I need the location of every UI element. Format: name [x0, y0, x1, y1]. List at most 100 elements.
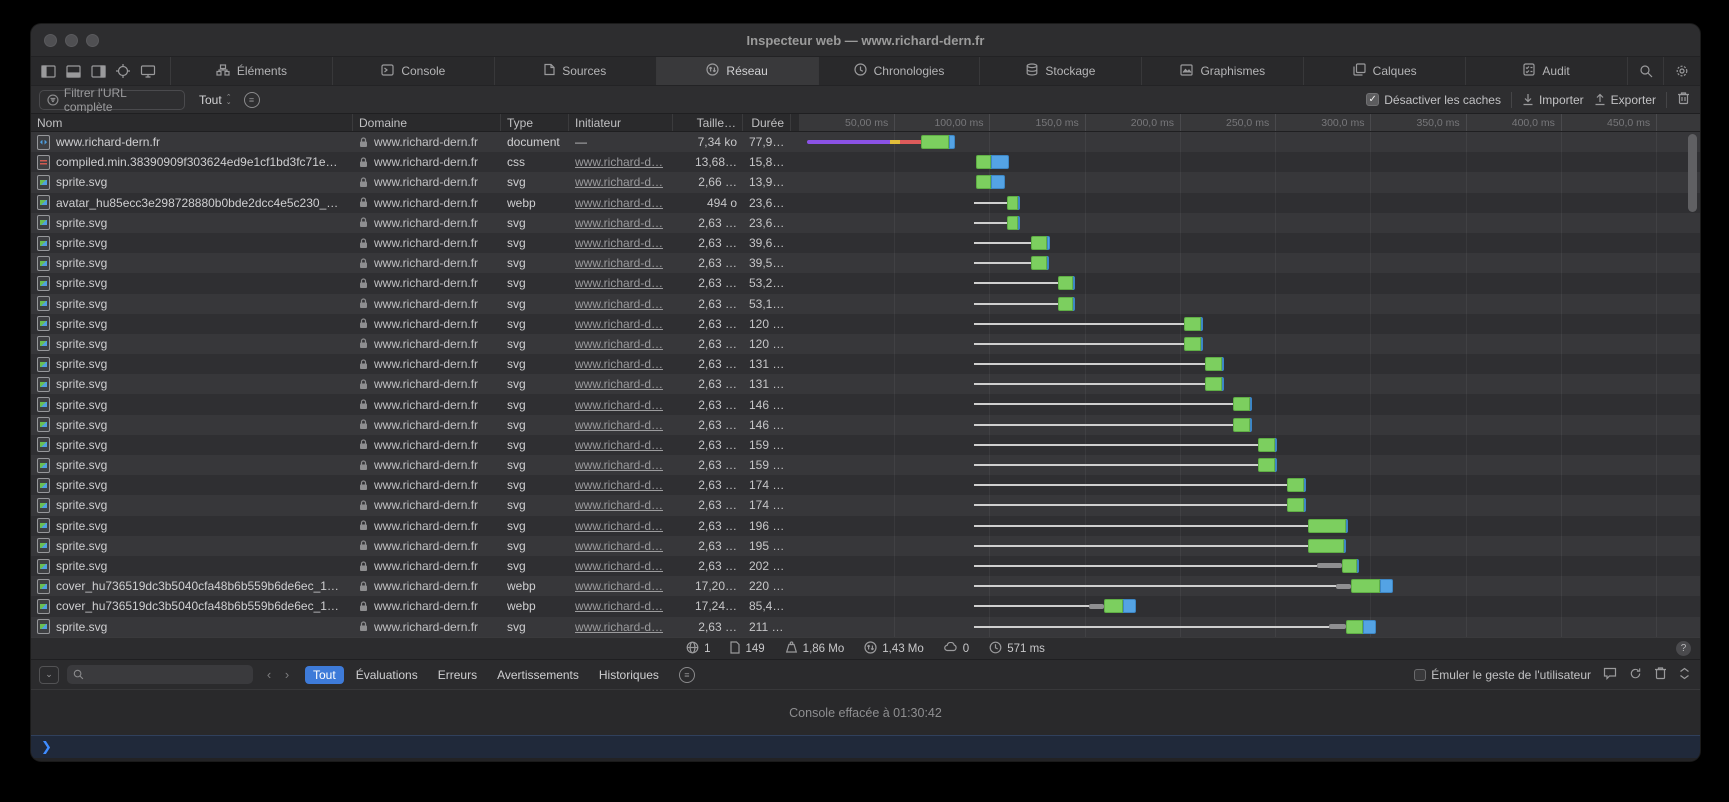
table-row[interactable]: www.richard-dern.fr www.richard-dern.fr …	[31, 132, 1700, 152]
column-header-size[interactable]: Taille…	[673, 114, 743, 131]
toggle-console-size-icon[interactable]	[1679, 667, 1690, 683]
resource-initiator[interactable]: www.richard-d…	[575, 478, 663, 492]
waterfall-bar[interactable]	[799, 617, 1700, 637]
pane-left-icon[interactable]	[41, 65, 56, 78]
waterfall-bar[interactable]	[799, 132, 1700, 152]
disable-caches-checkbox[interactable]: ✓ Désactiver les caches	[1366, 93, 1501, 107]
waterfall-bar[interactable]	[799, 314, 1700, 334]
resource-initiator[interactable]: www.richard-d…	[575, 579, 663, 593]
resource-initiator[interactable]: www.richard-d…	[575, 418, 663, 432]
table-row[interactable]: sprite.svg www.richard-dern.fr svg www.r…	[31, 415, 1700, 435]
resource-initiator[interactable]: www.richard-d…	[575, 297, 663, 311]
table-row[interactable]: sprite.svg www.richard-dern.fr svg www.r…	[31, 536, 1700, 556]
table-row[interactable]: sprite.svg www.richard-dern.fr svg www.r…	[31, 273, 1700, 293]
waterfall-bar[interactable]	[799, 556, 1700, 576]
tab-sources[interactable]: Sources	[495, 57, 657, 85]
resource-initiator[interactable]: —	[575, 135, 587, 149]
tab-stockage[interactable]: Stockage	[980, 57, 1142, 85]
console-tab-avertissements[interactable]: Avertissements	[489, 666, 587, 684]
table-row[interactable]: sprite.svg www.richard-dern.fr svg www.r…	[31, 354, 1700, 374]
table-row[interactable]: sprite.svg www.richard-dern.fr svg www.r…	[31, 455, 1700, 475]
waterfall-bar[interactable]	[799, 516, 1700, 536]
waterfall-bar[interactable]	[799, 294, 1700, 314]
preserve-log-icon[interactable]	[1629, 667, 1642, 683]
waterfall-bar[interactable]	[799, 172, 1700, 192]
export-button[interactable]: Exporter	[1594, 93, 1656, 107]
table-row[interactable]: compiled.min.38390909f303624ed9e1cf1bd3f…	[31, 152, 1700, 172]
element-picker-icon[interactable]	[116, 64, 130, 78]
resource-initiator[interactable]: www.richard-d…	[575, 620, 663, 634]
waterfall-bar[interactable]	[799, 253, 1700, 273]
table-row[interactable]: sprite.svg www.richard-dern.fr svg www.r…	[31, 233, 1700, 253]
resource-initiator[interactable]: www.richard-d…	[575, 337, 663, 351]
pane-bottom-icon[interactable]	[66, 65, 81, 78]
tab-elements[interactable]: Éléments	[171, 57, 333, 85]
waterfall-bar[interactable]	[799, 193, 1700, 213]
table-row[interactable]: cover_hu736519dc3b5040cfa48b6b559b6de6ec…	[31, 576, 1700, 596]
table-row[interactable]: sprite.svg www.richard-dern.fr svg www.r…	[31, 495, 1700, 515]
table-row[interactable]: sprite.svg www.richard-dern.fr svg www.r…	[31, 253, 1700, 273]
table-row[interactable]: sprite.svg www.richard-dern.fr svg www.r…	[31, 435, 1700, 455]
waterfall-bar[interactable]	[799, 334, 1700, 354]
clear-network-items-button[interactable]	[1677, 91, 1690, 108]
table-row[interactable]: sprite.svg www.richard-dern.fr svg www.r…	[31, 334, 1700, 354]
table-row[interactable]: sprite.svg www.richard-dern.fr svg www.r…	[31, 172, 1700, 192]
console-options-menu-icon[interactable]: ≡	[679, 667, 695, 683]
console-scope-button[interactable]: ⌄	[39, 666, 59, 684]
table-row[interactable]: sprite.svg www.richard-dern.fr svg www.r…	[31, 516, 1700, 536]
column-header-initiator[interactable]: Initiateur	[569, 114, 673, 131]
tab-console[interactable]: Console	[333, 57, 495, 85]
column-header-name[interactable]: Nom	[31, 114, 353, 131]
waterfall-bar[interactable]	[799, 354, 1700, 374]
console-tab-evaluations[interactable]: Évaluations	[348, 666, 426, 684]
table-row[interactable]: sprite.svg www.richard-dern.fr svg www.r…	[31, 314, 1700, 334]
waterfall-bar[interactable]	[799, 273, 1700, 293]
resource-initiator[interactable]: www.richard-d…	[575, 175, 663, 189]
help-button[interactable]: ?	[1676, 641, 1691, 656]
waterfall-bar[interactable]	[799, 435, 1700, 455]
resource-initiator[interactable]: www.richard-d…	[575, 236, 663, 250]
waterfall-bar[interactable]	[799, 233, 1700, 253]
resource-initiator[interactable]: www.richard-d…	[575, 398, 663, 412]
waterfall-bar[interactable]	[799, 394, 1700, 414]
next-result-button[interactable]: ›	[279, 667, 295, 682]
resource-initiator[interactable]: www.richard-d…	[575, 599, 663, 613]
console-tab-erreurs[interactable]: Erreurs	[430, 666, 485, 684]
table-row[interactable]: avatar_hu85ecc3e298728880b0bde2dcc4e5c23…	[31, 193, 1700, 213]
waterfall-bar[interactable]	[799, 495, 1700, 515]
column-header-type[interactable]: Type	[501, 114, 569, 131]
table-row[interactable]: sprite.svg www.richard-dern.fr svg www.r…	[31, 617, 1700, 637]
resource-initiator[interactable]: www.richard-d…	[575, 377, 663, 391]
waterfall-bar[interactable]	[799, 415, 1700, 435]
waterfall-bar[interactable]	[799, 596, 1700, 616]
device-icon[interactable]	[140, 65, 156, 78]
tab-chronologies[interactable]: Chronologies	[819, 57, 981, 85]
tab-reseau[interactable]: Réseau	[657, 57, 819, 85]
waterfall-bar[interactable]	[799, 213, 1700, 233]
waterfall-bar[interactable]	[799, 455, 1700, 475]
console-prompt[interactable]: ❯	[31, 735, 1700, 758]
console-tab-historiques[interactable]: Historiques	[591, 666, 667, 684]
column-header-domain[interactable]: Domaine	[353, 114, 501, 131]
pane-right-icon[interactable]	[91, 65, 106, 78]
resource-type-scope-select[interactable]: Tout ⌃⌄	[199, 93, 232, 107]
resource-initiator[interactable]: www.richard-d…	[575, 256, 663, 270]
tab-calques[interactable]: Calques	[1304, 57, 1466, 85]
resource-initiator[interactable]: www.richard-d…	[575, 498, 663, 512]
console-tab-tout[interactable]: Tout	[305, 666, 344, 684]
table-row[interactable]: sprite.svg www.richard-dern.fr svg www.r…	[31, 213, 1700, 233]
waterfall-bar[interactable]	[799, 576, 1700, 596]
table-row[interactable]: sprite.svg www.richard-dern.fr svg www.r…	[31, 294, 1700, 314]
resource-initiator[interactable]: www.richard-d…	[575, 276, 663, 290]
table-row[interactable]: sprite.svg www.richard-dern.fr svg www.r…	[31, 374, 1700, 394]
resource-initiator[interactable]: www.richard-d…	[575, 357, 663, 371]
tab-audit[interactable]: Audit	[1466, 57, 1628, 85]
import-button[interactable]: Importer	[1522, 93, 1584, 107]
tab-graphismes[interactable]: Graphismes	[1142, 57, 1304, 85]
waterfall-bar[interactable]	[799, 374, 1700, 394]
resource-initiator[interactable]: www.richard-d…	[575, 438, 663, 452]
url-filter-input[interactable]: Filtrer l'URL complète	[39, 90, 185, 110]
clear-console-button[interactable]	[1654, 666, 1667, 683]
table-row[interactable]: sprite.svg www.richard-dern.fr svg www.r…	[31, 556, 1700, 576]
console-search-input[interactable]	[67, 665, 253, 684]
